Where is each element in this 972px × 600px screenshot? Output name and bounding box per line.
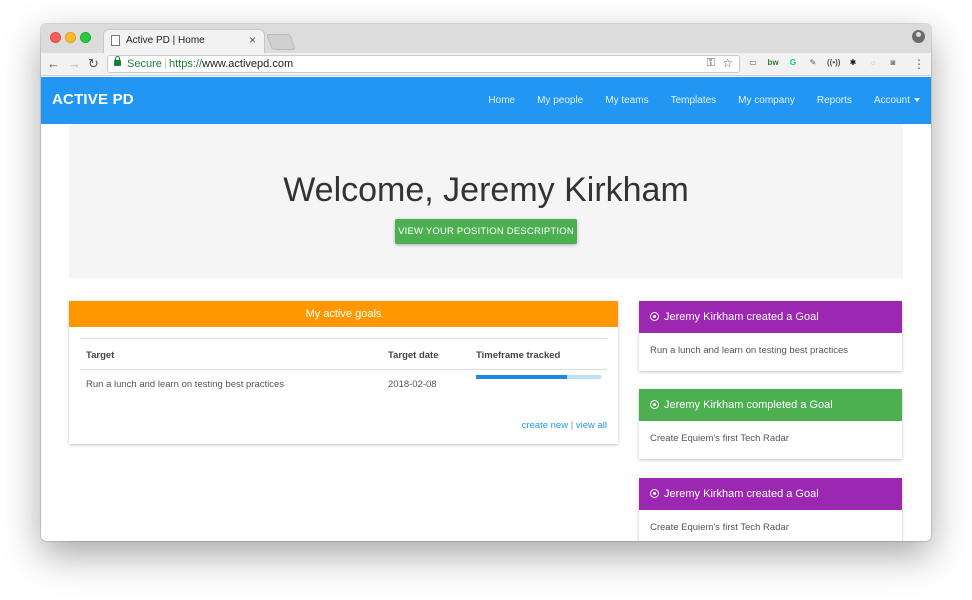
activity-body: Create Equiem's first Tech Radar bbox=[650, 433, 789, 444]
activity-card[interactable]: Jeremy Kirkham created a Goal Create Equ… bbox=[639, 478, 902, 541]
reload-button[interactable]: ↻ bbox=[88, 56, 99, 72]
profile-icon[interactable] bbox=[912, 30, 925, 43]
lock-icon bbox=[114, 56, 121, 66]
active-goals-header: My active goals bbox=[69, 301, 618, 327]
column-header-timeframe: Timeframe tracked bbox=[476, 350, 561, 361]
nav-home[interactable]: Home bbox=[477, 77, 526, 124]
cast-icon[interactable]: ▭ bbox=[747, 57, 759, 69]
url-scheme: https:// bbox=[169, 58, 203, 70]
url-host: www.activepd.com bbox=[202, 58, 294, 70]
column-header-target-date: Target date bbox=[388, 350, 439, 361]
new-tab-button[interactable] bbox=[266, 34, 296, 50]
key-icon[interactable]: ⚿ bbox=[707, 57, 715, 70]
timeframe-progress-bar bbox=[476, 375, 601, 379]
activity-card-header: Jeremy Kirkham completed a Goal bbox=[639, 389, 902, 421]
nav-my-company[interactable]: My company bbox=[727, 77, 806, 124]
star-extension-icon[interactable]: ✱ bbox=[847, 57, 859, 69]
eyedropper-icon[interactable]: ✎ bbox=[807, 57, 819, 69]
create-new-goal-link[interactable]: create new bbox=[522, 420, 568, 431]
welcome-banner: Welcome, Jeremy Kirkham VIEW YOUR POSITI… bbox=[69, 125, 903, 278]
nav-account-dropdown[interactable]: Account bbox=[863, 77, 931, 124]
account-label: Account bbox=[873, 95, 910, 106]
nav-my-teams[interactable]: My teams bbox=[594, 77, 659, 124]
nav-my-people[interactable]: My people bbox=[526, 77, 594, 124]
secure-label: Secure bbox=[127, 58, 162, 70]
camera-icon[interactable]: ◙ bbox=[887, 57, 899, 69]
address-bar[interactable]: Secure https://www.activepd.com ⚿ ☆ bbox=[107, 55, 740, 73]
bw-extension-icon[interactable]: bw bbox=[767, 57, 779, 69]
target-icon bbox=[650, 488, 659, 498]
column-header-target: Target bbox=[86, 350, 115, 361]
active-goals-panel: My active goals Target Target date Timef… bbox=[69, 301, 618, 444]
goals-links: create new | view all bbox=[522, 420, 607, 431]
rss-icon[interactable]: ((•)) bbox=[827, 57, 840, 69]
bookmark-star-icon[interactable]: ☆ bbox=[722, 56, 733, 70]
browser-window: Active PD | Home × ← → ↻ Secure https://… bbox=[41, 24, 931, 541]
timeframe-progress-fill bbox=[476, 375, 568, 379]
link-separator: | bbox=[570, 420, 574, 431]
app-navbar: ACTIVE PD Home My people My teams Templa… bbox=[41, 77, 931, 124]
nav-links: Home My people My teams Templates My com… bbox=[477, 77, 931, 124]
caret-down-icon bbox=[914, 98, 920, 103]
activity-title: Jeremy Kirkham created a Goal bbox=[664, 488, 819, 500]
nav-reports[interactable]: Reports bbox=[806, 77, 863, 124]
activity-title: Jeremy Kirkham completed a Goal bbox=[664, 399, 833, 411]
welcome-heading: Welcome, Jeremy Kirkham bbox=[283, 171, 689, 209]
target-icon bbox=[650, 311, 659, 321]
url-text[interactable]: https://www.activepd.com bbox=[169, 58, 293, 70]
close-window-button[interactable] bbox=[50, 32, 61, 43]
table-divider bbox=[80, 369, 607, 370]
activity-body: Create Equiem's first Tech Radar bbox=[650, 522, 789, 533]
activity-card[interactable]: Jeremy Kirkham created a Goal Run a lunc… bbox=[639, 301, 902, 371]
activity-title: Jeremy Kirkham created a Goal bbox=[664, 311, 819, 323]
forward-button[interactable]: → bbox=[68, 56, 81, 72]
browser-toolbar: ← → ↻ Secure https://www.activepd.com ⚿ … bbox=[41, 53, 931, 76]
activity-card-header: Jeremy Kirkham created a Goal bbox=[639, 301, 902, 333]
tab-close-icon[interactable]: × bbox=[249, 33, 256, 47]
target-icon bbox=[650, 399, 659, 409]
view-position-description-button[interactable]: VIEW YOUR POSITION DESCRIPTION bbox=[395, 219, 577, 244]
tab-strip: Active PD | Home × bbox=[41, 24, 931, 53]
activity-body: Run a lunch and learn on testing best pr… bbox=[650, 345, 849, 356]
sun-extension-icon[interactable]: ☼ bbox=[867, 57, 879, 69]
goals-table: Target Target date Timeframe tracked Run… bbox=[80, 338, 607, 390]
grammarly-icon[interactable]: G bbox=[787, 57, 799, 69]
brand-logo[interactable]: ACTIVE PD bbox=[52, 91, 134, 108]
zoom-window-button[interactable] bbox=[80, 32, 91, 43]
nav-templates[interactable]: Templates bbox=[660, 77, 728, 124]
tab-title: Active PD | Home bbox=[126, 35, 205, 46]
activity-card-header: Jeremy Kirkham created a Goal bbox=[639, 478, 902, 510]
goal-target-cell[interactable]: Run a lunch and learn on testing best pr… bbox=[86, 379, 284, 390]
minimize-window-button[interactable] bbox=[65, 32, 76, 43]
browser-menu-icon[interactable]: ⋮ bbox=[913, 56, 925, 72]
goal-date-cell: 2018-02-08 bbox=[388, 379, 437, 390]
browser-tab[interactable]: Active PD | Home × bbox=[103, 29, 265, 53]
view-all-goals-link[interactable]: view all bbox=[576, 420, 607, 431]
back-button[interactable]: ← bbox=[47, 56, 60, 72]
page-icon bbox=[111, 35, 120, 46]
activity-card[interactable]: Jeremy Kirkham completed a Goal Create E… bbox=[639, 389, 902, 459]
url-divider bbox=[165, 58, 166, 69]
